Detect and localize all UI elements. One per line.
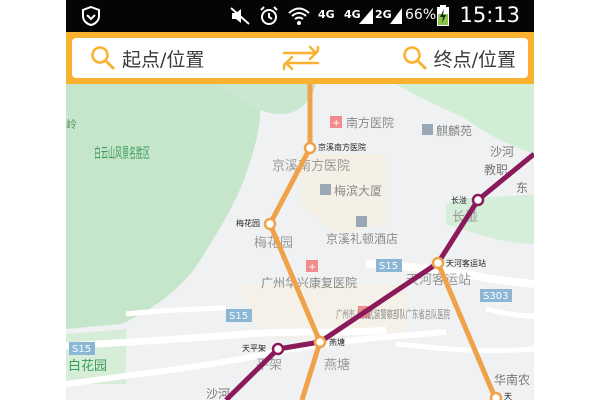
phone-screen: 4G 4G 2G 66% 15:13 起点/位置 终点/位置 S15 S15 S…: [66, 0, 534, 400]
magnifier-icon: [402, 46, 427, 70]
signal-icon: [359, 8, 373, 24]
map-canvas[interactable]: S15 S15 S15 S303 岭 白云山风景名胜区 白花园 沙河 沙河 教职…: [66, 84, 534, 400]
station-label: 梅花园: [236, 218, 260, 228]
network-type-1: 4G: [318, 8, 335, 21]
park-label: 白云山风景名胜区: [94, 146, 150, 162]
swap-arrows-icon[interactable]: [280, 41, 322, 75]
poi-label: 梅滨大厦: [334, 183, 382, 198]
search-bar: 起点/位置 终点/位置: [66, 32, 534, 84]
building-icon: [422, 124, 433, 135]
start-point-input[interactable]: 起点/位置: [90, 38, 204, 78]
poi-label: 广州华兴康复医院: [261, 275, 357, 290]
start-point-label: 起点/位置: [122, 48, 205, 71]
station-label: 长湴: [451, 195, 467, 205]
station-tianhe-keyunzhan[interactable]: 天河客运站: [431, 256, 486, 270]
status-bar: 4G 4G 2G 66% 15:13: [66, 0, 534, 32]
station-marker: [471, 193, 485, 207]
svg-text:S15: S15: [379, 261, 398, 272]
svg-text:S15: S15: [72, 344, 91, 355]
map-view[interactable]: S15 S15 S15 S303 岭 白云山风景名胜区 白花园 沙河 沙河 教职…: [66, 84, 534, 400]
mute-icon: [230, 7, 250, 25]
hotel-icon: [356, 216, 367, 227]
station-yantang[interactable]: 燕塘: [313, 335, 345, 349]
battery-charging-icon: [437, 5, 449, 26]
road-badge: S15: [69, 342, 95, 355]
right-margin: [534, 0, 600, 400]
area-label: 教职: [484, 162, 508, 177]
left-margin: [0, 0, 66, 400]
poi-label: 京溪礼顿酒店: [326, 231, 398, 246]
wifi-icon: [288, 7, 310, 25]
end-point-label: 终点/位置: [433, 48, 516, 71]
svg-text:+: +: [332, 118, 340, 129]
road-badge: S15: [226, 309, 252, 322]
signal-icon: [390, 8, 402, 24]
area-label: 沙河: [490, 145, 514, 159]
area-label: 东: [516, 181, 528, 195]
shield-icon: [82, 5, 100, 27]
building-icon: [320, 184, 331, 195]
station-jingxi-nanfang[interactable]: 京溪南方医院: [303, 141, 366, 155]
station-marker: [271, 342, 285, 356]
station-label: 天平架: [242, 344, 266, 353]
poi-nanfang-hospital[interactable]: + 南方医院: [330, 115, 394, 130]
area-label: 岭: [66, 117, 77, 131]
area-label-jingxi: 京溪南方医院: [272, 158, 350, 174]
station-marker: [263, 217, 277, 231]
station-label: 天: [504, 392, 512, 400]
battery-percent: 66%: [405, 7, 437, 23]
poi-label: 麒麟苑: [436, 123, 472, 138]
svg-text:S303: S303: [483, 291, 508, 302]
station-marker: [303, 141, 317, 155]
station-label: 天河客运站: [446, 258, 486, 268]
station-marker: [489, 391, 503, 400]
svg-text:+: +: [308, 262, 316, 273]
svg-text:S15: S15: [229, 311, 248, 322]
clock: 15:13: [459, 3, 520, 27]
station-marker: [313, 335, 327, 349]
road-badge: S303: [480, 289, 512, 302]
station-meihuayuan[interactable]: 梅花园: [236, 217, 277, 231]
road-badge: S15: [376, 259, 402, 272]
station-label: 燕塘: [329, 337, 345, 347]
search-box: 起点/位置 终点/位置: [72, 38, 528, 78]
end-point-input[interactable]: 终点/位置: [402, 38, 516, 78]
area-label: 白花园: [68, 358, 107, 374]
station-tianpingjia[interactable]: 天平架: [242, 342, 285, 356]
area-label: 华南农: [494, 372, 530, 387]
area-label-yantang: 燕塘: [324, 357, 350, 373]
alarm-icon: [260, 6, 278, 25]
magnifier-icon: [91, 46, 115, 70]
poi-label: 南方医院: [346, 115, 394, 130]
station-marker: [431, 256, 445, 270]
station-label: 京溪南方医院: [318, 142, 366, 152]
